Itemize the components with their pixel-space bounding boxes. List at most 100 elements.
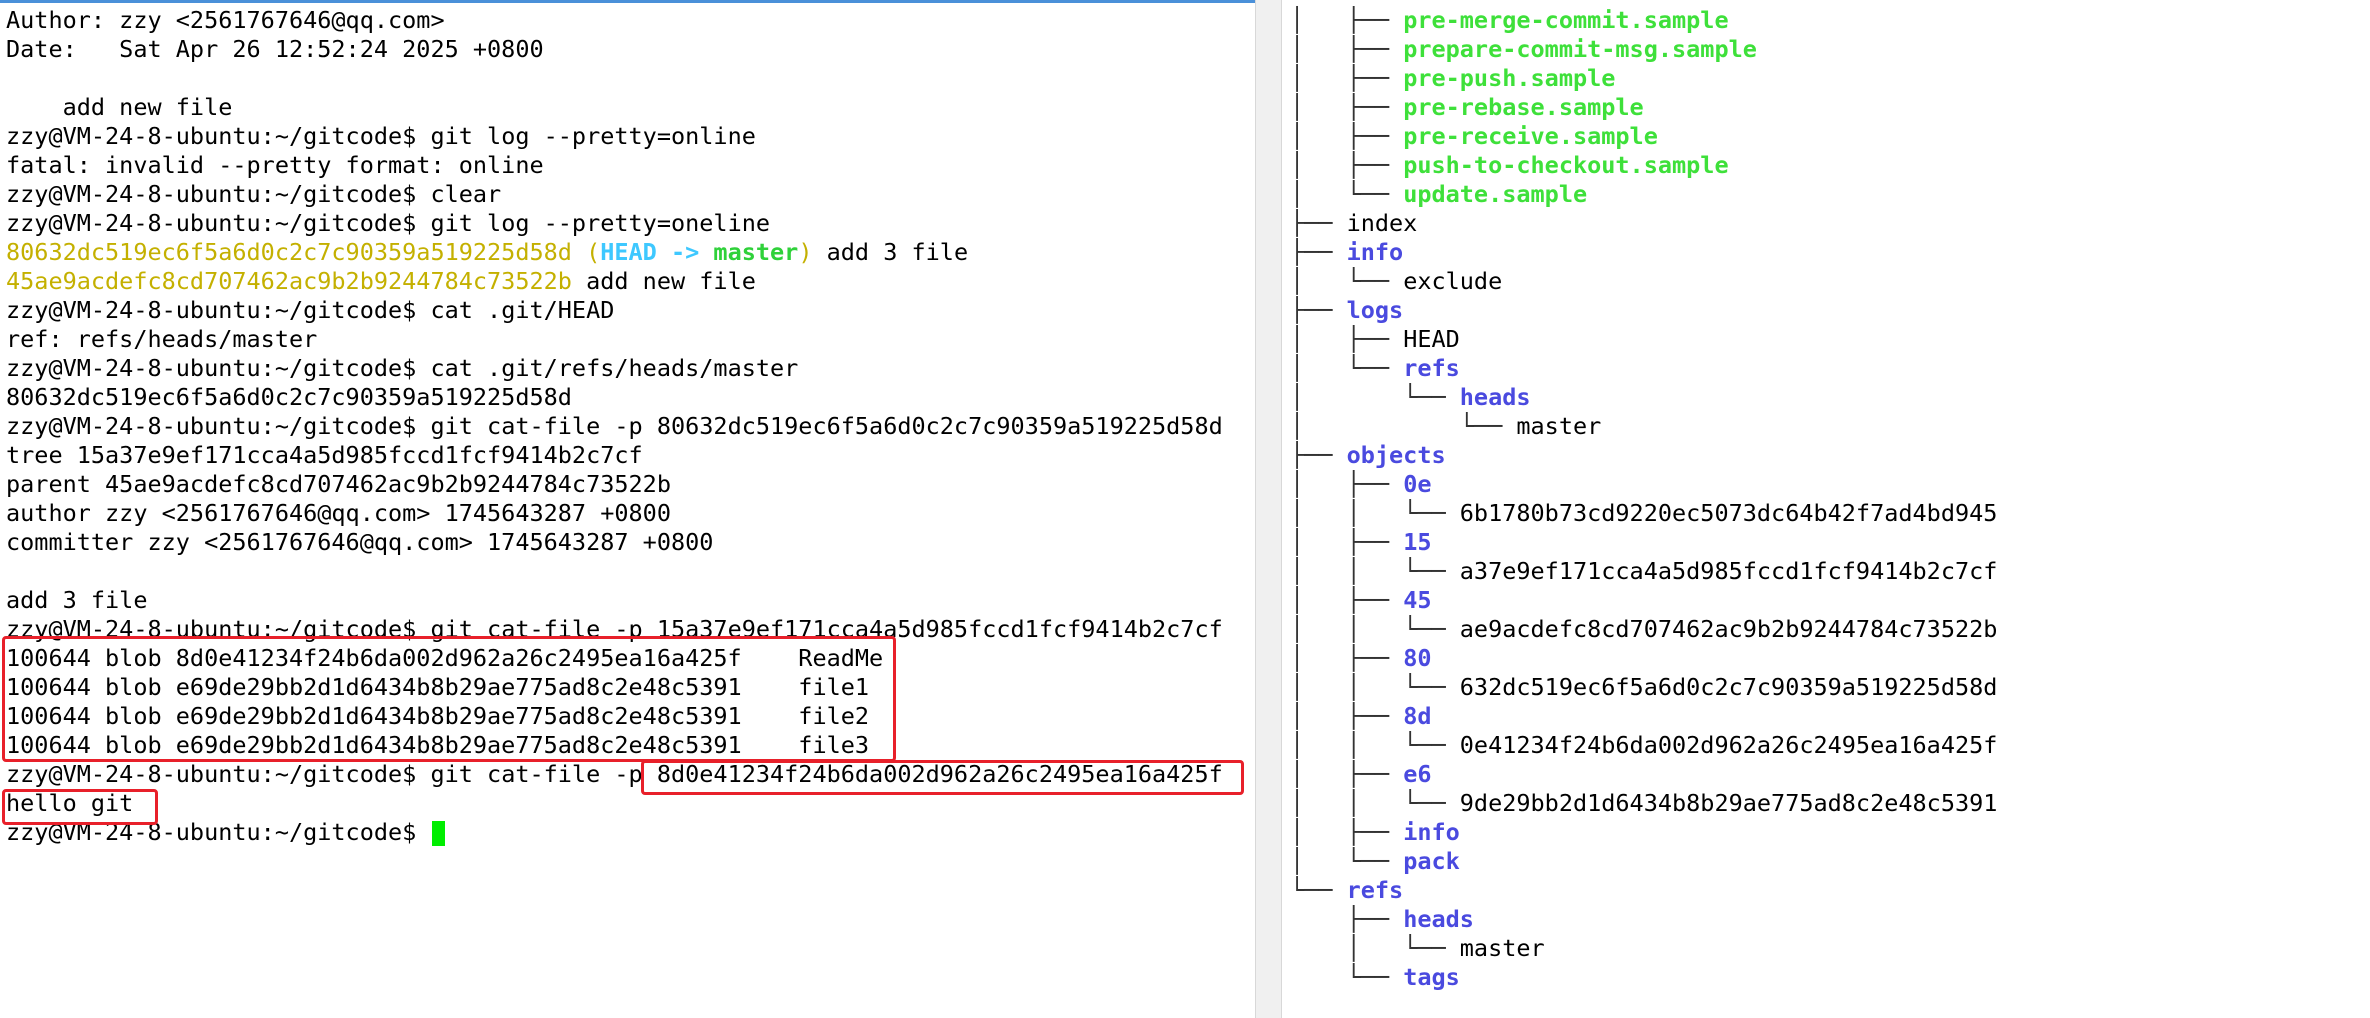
tree-branch-glyph: │ ├── (1290, 151, 1404, 179)
tree-branch-glyph: │ ├── (1290, 35, 1404, 63)
terminal-pane-right[interactable]: │ ├── pre-merge-commit.sample │ ├── prepa… (1282, 0, 2370, 1018)
tree-branch-glyph: ├── (1290, 905, 1404, 933)
tree-directory: 80 (1403, 644, 1432, 672)
tree-directory: refs (1403, 354, 1460, 382)
tree-executable-file: update.sample (1403, 180, 1588, 208)
tree-branch-glyph: ├── (1290, 209, 1347, 237)
tree-branch-glyph: └── (1290, 876, 1347, 904)
tree-line: │ ├── prepare-commit-msg.sample (1290, 35, 1997, 64)
tree-file: index (1346, 209, 1418, 237)
tree-line: ├── heads (1290, 905, 1997, 934)
shell-prompt: zzy@VM-24-8-ubuntu:~/gitcode$ (6, 122, 431, 150)
tree-line: │ ├── HEAD (1290, 325, 1997, 354)
tree-directory: logs (1346, 296, 1404, 324)
tree-file: 0e41234f24b6da002d962a26c2495ea16a425f (1459, 731, 1998, 759)
tree-executable-file: pre-merge-commit.sample (1403, 6, 1729, 34)
tree-directory: 0e (1403, 470, 1432, 498)
tree-directory: objects (1346, 441, 1446, 469)
terminal-line: 45ae9acdefc8cd707462ac9b2b9244784c73522b… (6, 267, 1255, 296)
command-text: git cat-file -p 80632dc519ec6f5a6d0c2c7c… (430, 412, 1223, 440)
tree-branch-glyph: │ ├── (1290, 644, 1404, 672)
commit-hash: 80632dc519ec6f5a6d0c2c7c90359a519225d58d (6, 238, 572, 266)
tree-line: └── tags (1290, 963, 1997, 992)
pane-splitter[interactable] (1255, 0, 1282, 1018)
terminal-line: zzy@VM-24-8-ubuntu:~/gitcode$ cat .git/r… (6, 354, 1255, 383)
tree-branch-glyph: │ ├── (1290, 93, 1404, 121)
shell-prompt: zzy@VM-24-8-ubuntu:~/gitcode$ (6, 354, 431, 382)
tree-executable-file: push-to-checkout.sample (1403, 151, 1729, 179)
tree-directory: e6 (1403, 760, 1432, 788)
tree-branch-glyph: ├── (1290, 296, 1347, 324)
tree-branch-glyph: │ │ └── (1290, 615, 1460, 643)
terminal-line: fatal: invalid --pretty format: online (6, 151, 544, 179)
terminal-line: zzy@VM-24-8-ubuntu:~/gitcode$ git cat-fi… (6, 760, 1255, 789)
commit-message: add new file (571, 267, 756, 295)
tree-branch-glyph: │ │ └── (1290, 673, 1460, 701)
tree-line: │ │ └── 9de29bb2d1d6434b8b29ae775ad8c2e4… (1290, 789, 1997, 818)
tree-executable-file: pre-push.sample (1403, 64, 1616, 92)
tree-branch-glyph: ├── (1290, 441, 1347, 469)
terminal-line: 100644 blob e69de29bb2d1d6434b8b29ae775a… (6, 673, 870, 701)
command-text: cat .git/HEAD (430, 296, 615, 324)
tree-line: │ ├── info (1290, 818, 1997, 847)
tree-file: master (1516, 412, 1602, 440)
tree-line: │ ├── pre-merge-commit.sample (1290, 6, 1997, 35)
ref-arrow: -> (656, 238, 714, 266)
tree-branch-glyph: │ └── (1290, 267, 1404, 295)
terminal-line: zzy@VM-24-8-ubuntu:~/gitcode$ git cat-fi… (6, 412, 1255, 441)
tree-line: │ └── exclude (1290, 267, 1997, 296)
ref-paren-open: ( (571, 238, 601, 266)
tree-branch-glyph: │ │ └── (1290, 731, 1460, 759)
tree-directory: tags (1403, 963, 1460, 991)
tree-line: └── refs (1290, 876, 1997, 905)
git-directory-tree: │ ├── pre-merge-commit.sample │ ├── prepa… (1290, 6, 1997, 992)
tree-branch-glyph: │ └── (1290, 412, 1517, 440)
tree-directory: 45 (1403, 586, 1432, 614)
terminal-line: zzy@VM-24-8-ubuntu:~/gitcode$ git log --… (6, 122, 1255, 151)
tree-branch-glyph: │ ├── (1290, 702, 1404, 730)
shell-prompt: zzy@VM-24-8-ubuntu:~/gitcode$ (6, 818, 431, 846)
tree-executable-file: pre-receive.sample (1403, 122, 1658, 150)
tree-file: 9de29bb2d1d6434b8b29ae775ad8c2e48c5391 (1459, 789, 1998, 817)
tree-line: │ └── refs (1290, 354, 1997, 383)
active-pane-indicator (0, 0, 1255, 3)
terminal-line: 80632dc519ec6f5a6d0c2c7c90359a519225d58d… (6, 238, 1255, 267)
tree-line: ├── objects (1290, 441, 1997, 470)
tree-branch-glyph: │ └── (1290, 383, 1460, 411)
tree-branch-glyph: │ ├── (1290, 122, 1404, 150)
tree-branch-glyph: └── (1290, 963, 1404, 991)
tree-line: │ ├── 0e (1290, 470, 1997, 499)
tree-directory: info (1403, 818, 1460, 846)
head-ref: HEAD (600, 238, 657, 266)
commit-hash: 45ae9acdefc8cd707462ac9b2b9244784c73522b (6, 267, 572, 295)
tree-branch-glyph: │ ├── (1290, 760, 1404, 788)
tree-line: │ │ └── 0e41234f24b6da002d962a26c2495ea1… (1290, 731, 1997, 760)
shell-prompt: zzy@VM-24-8-ubuntu:~/gitcode$ (6, 180, 431, 208)
shell-prompt: zzy@VM-24-8-ubuntu:~/gitcode$ (6, 209, 431, 237)
terminal-line: 80632dc519ec6f5a6d0c2c7c90359a519225d58d (6, 383, 572, 411)
tree-branch-glyph: ├── (1290, 238, 1347, 266)
tree-line: │ └── master (1290, 412, 1997, 441)
terminal-line: zzy@VM-24-8-ubuntu:~/gitcode$ cat .git/H… (6, 296, 1255, 325)
tree-file: 632dc519ec6f5a6d0c2c7c90359a519225d58d (1459, 673, 1998, 701)
tree-directory: pack (1403, 847, 1460, 875)
tree-branch-glyph: │ │ └── (1290, 557, 1460, 585)
terminal-pane-left[interactable]: Author: zzy <2561767646@qq.com> Date: Sat… (0, 0, 1255, 1018)
tree-directory: 8d (1403, 702, 1432, 730)
tree-branch-glyph: │ ├── (1290, 325, 1404, 353)
terminal-output: Author: zzy <2561767646@qq.com> Date: Sat… (6, 6, 1255, 847)
tree-directory: info (1346, 238, 1404, 266)
terminal-line: ref: refs/heads/master (6, 325, 318, 353)
scrollbar-track[interactable] (1262, 0, 1275, 1018)
text-cursor[interactable] (432, 821, 446, 846)
terminal-line: zzy@VM-24-8-ubuntu:~/gitcode$ clear (6, 180, 1255, 209)
tree-executable-file: pre-rebase.sample (1403, 93, 1644, 121)
tree-line: │ └── pack (1290, 847, 1997, 876)
tree-branch-glyph: │ └── (1290, 354, 1404, 382)
terminal-line: zzy@VM-24-8-ubuntu:~/gitcode$ git log --… (6, 209, 1255, 238)
terminal-line: author zzy <2561767646@qq.com> 174564328… (6, 499, 671, 527)
tree-line: │ ├── pre-push.sample (1290, 64, 1997, 93)
terminal-line: Author: zzy <2561767646@qq.com> (6, 6, 445, 34)
tree-line: │ └── update.sample (1290, 180, 1997, 209)
